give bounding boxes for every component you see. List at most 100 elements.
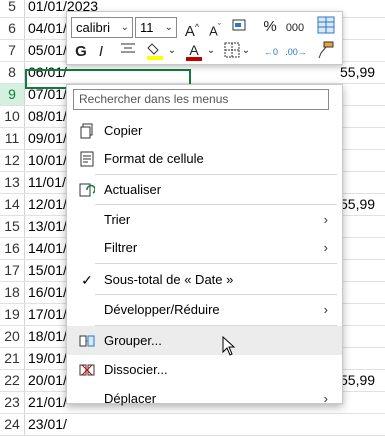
row-header[interactable]: 11	[0, 128, 25, 149]
date-cell[interactable]: 20/01/	[28, 370, 67, 391]
italic-button[interactable]: I	[95, 42, 107, 62]
row-header[interactable]: 13	[0, 172, 25, 193]
date-cell[interactable]: 14/01/	[28, 238, 67, 259]
format-cells-icon	[79, 151, 95, 167]
date-cell[interactable]: 19/01/	[28, 348, 67, 369]
chevron-down-icon: ⌄	[164, 22, 173, 33]
bold-button[interactable]: G	[73, 42, 89, 62]
date-cell[interactable]: 10/01/	[28, 150, 67, 171]
chevron-down-icon[interactable]: ⌄	[167, 41, 177, 61]
row-header[interactable]: 14	[0, 194, 25, 215]
format-painter-icon[interactable]	[315, 41, 335, 65]
menu-item-label: Déplacer	[104, 391, 157, 406]
chevron-right-icon: ›	[323, 302, 328, 317]
ungroup-icon	[79, 362, 95, 378]
copy-icon	[79, 123, 95, 139]
date-cell[interactable]: 15/01/	[28, 260, 67, 281]
borders-icon[interactable]	[223, 42, 241, 64]
menu-item-label: Sous-total de « Date »	[104, 272, 234, 287]
font-name-value: calibri	[76, 20, 110, 35]
increase-decimal-icon[interactable]: ←0	[261, 42, 281, 62]
amount-cell[interactable]	[220, 62, 280, 83]
row-header[interactable]: 16	[0, 238, 25, 259]
percent-button[interactable]: %	[262, 17, 278, 37]
bold-icon: G	[75, 43, 87, 60]
date-cell[interactable]: 05/01/	[28, 40, 67, 61]
decrease-decimal-icon[interactable]: .00→	[285, 42, 307, 62]
row-header[interactable]: 21	[0, 348, 25, 369]
row-header[interactable]: 19	[0, 304, 25, 325]
thousands-separator-button[interactable]: 000	[283, 18, 307, 38]
table-row: 24 23/01/	[0, 414, 385, 436]
date-cell[interactable]: 13/01/	[28, 216, 67, 237]
thousands-icon: 000	[285, 22, 305, 34]
date-cell[interactable]: 17/01/	[28, 304, 67, 325]
row-header[interactable]: 17	[0, 260, 25, 281]
date-cell[interactable]: 12/01/	[28, 194, 67, 215]
group-icon	[79, 333, 95, 349]
mini-toolbar: calibri ⌄ 11 ⌄ A^ Aˇ % 000 G I ⌄ A ⌄ ⌄ ←…	[66, 11, 343, 65]
menu-item-label: Grouper...	[104, 333, 162, 348]
chevron-down-icon[interactable]: ⌄	[206, 41, 216, 61]
menu-item-label: Copier	[104, 123, 143, 138]
table-format-icon[interactable]	[315, 16, 337, 40]
menu-item-format-cellule[interactable]: Format de cellule	[67, 144, 342, 173]
date-cell[interactable]: 08/01/	[28, 106, 67, 127]
menu-item-label: Actualiser	[104, 182, 162, 197]
menu-item-developper-reduire[interactable]: Développer/Réduire ›	[67, 295, 342, 324]
menu-item-label: Dissocier...	[104, 362, 168, 377]
row-header[interactable]: 23	[0, 392, 25, 413]
menu-search-input[interactable]: Rechercher dans les menus	[73, 89, 329, 110]
row-header[interactable]: 8	[0, 62, 25, 83]
decrease-font-size-button[interactable]: Aˇ	[205, 17, 225, 41]
row-header[interactable]: 7	[0, 40, 25, 61]
font-color-icon[interactable]: A	[185, 40, 203, 61]
font-size-value: 11	[140, 20, 154, 35]
row-header[interactable]: 6	[0, 18, 25, 39]
increase-font-size-button[interactable]: A^	[182, 17, 202, 42]
menu-item-dissocier[interactable]: Dissocier...	[67, 355, 342, 384]
row-header[interactable]: 9	[0, 84, 25, 105]
refresh-icon	[79, 182, 96, 198]
date-cell[interactable]: 16/01/	[28, 282, 67, 303]
center-align-icon[interactable]	[119, 42, 137, 62]
menu-item-label: Filtrer	[104, 240, 138, 255]
context-menu: Rechercher dans les menus Copier Format …	[66, 84, 343, 406]
font-color-letter: A	[189, 42, 199, 58]
menu-item-trier[interactable]: Trier ›	[67, 205, 342, 234]
checkmark-icon: ✓	[81, 272, 93, 288]
row-header[interactable]: 10	[0, 106, 25, 127]
date-cell[interactable]: 11/01/	[28, 172, 66, 193]
row-header[interactable]: 5	[0, 0, 25, 17]
row-header[interactable]: 15	[0, 216, 25, 237]
subtotal-cell[interactable]: 55,99	[340, 62, 375, 83]
row-header[interactable]: 12	[0, 150, 25, 171]
date-cell[interactable]: 18/01/	[28, 326, 67, 347]
menu-item-sous-total[interactable]: ✓ Sous-total de « Date »	[67, 265, 342, 294]
number-format-icon[interactable]	[229, 17, 253, 39]
menu-item-deplacer[interactable]: Déplacer ›	[67, 384, 342, 413]
row-header[interactable]: 18	[0, 282, 25, 303]
menu-item-actualiser[interactable]: Actualiser	[67, 175, 342, 204]
date-cell[interactable]: 21/01/	[28, 392, 67, 413]
chevron-right-icon: ›	[323, 240, 328, 255]
menu-item-copier[interactable]: Copier	[67, 116, 342, 145]
menu-item-filtrer[interactable]: Filtrer ›	[67, 233, 342, 262]
chevron-right-icon: ›	[323, 212, 328, 227]
fill-color-icon[interactable]	[145, 41, 167, 67]
row-header[interactable]: 24	[0, 414, 25, 435]
date-cell[interactable]: 23/01/	[28, 414, 67, 435]
row-header[interactable]: 22	[0, 370, 25, 391]
menu-item-grouper[interactable]: Grouper...	[67, 326, 342, 355]
chevron-down-icon[interactable]: ⌄	[241, 41, 251, 61]
subtotal-cell[interactable]: 55,99	[340, 194, 375, 215]
row-header[interactable]: 20	[0, 326, 25, 347]
subtotal-cell[interactable]: 55,99	[340, 370, 375, 391]
date-cell[interactable]: 04/01/	[28, 18, 67, 39]
chevron-down-icon: ⌄	[120, 22, 129, 33]
font-name-dropdown[interactable]: calibri ⌄	[71, 17, 133, 38]
amount-cell[interactable]	[220, 414, 280, 435]
date-cell[interactable]: 09/01/	[28, 128, 67, 149]
font-size-dropdown[interactable]: 11 ⌄	[135, 17, 177, 38]
menu-item-label: Développer/Réduire	[104, 302, 220, 317]
